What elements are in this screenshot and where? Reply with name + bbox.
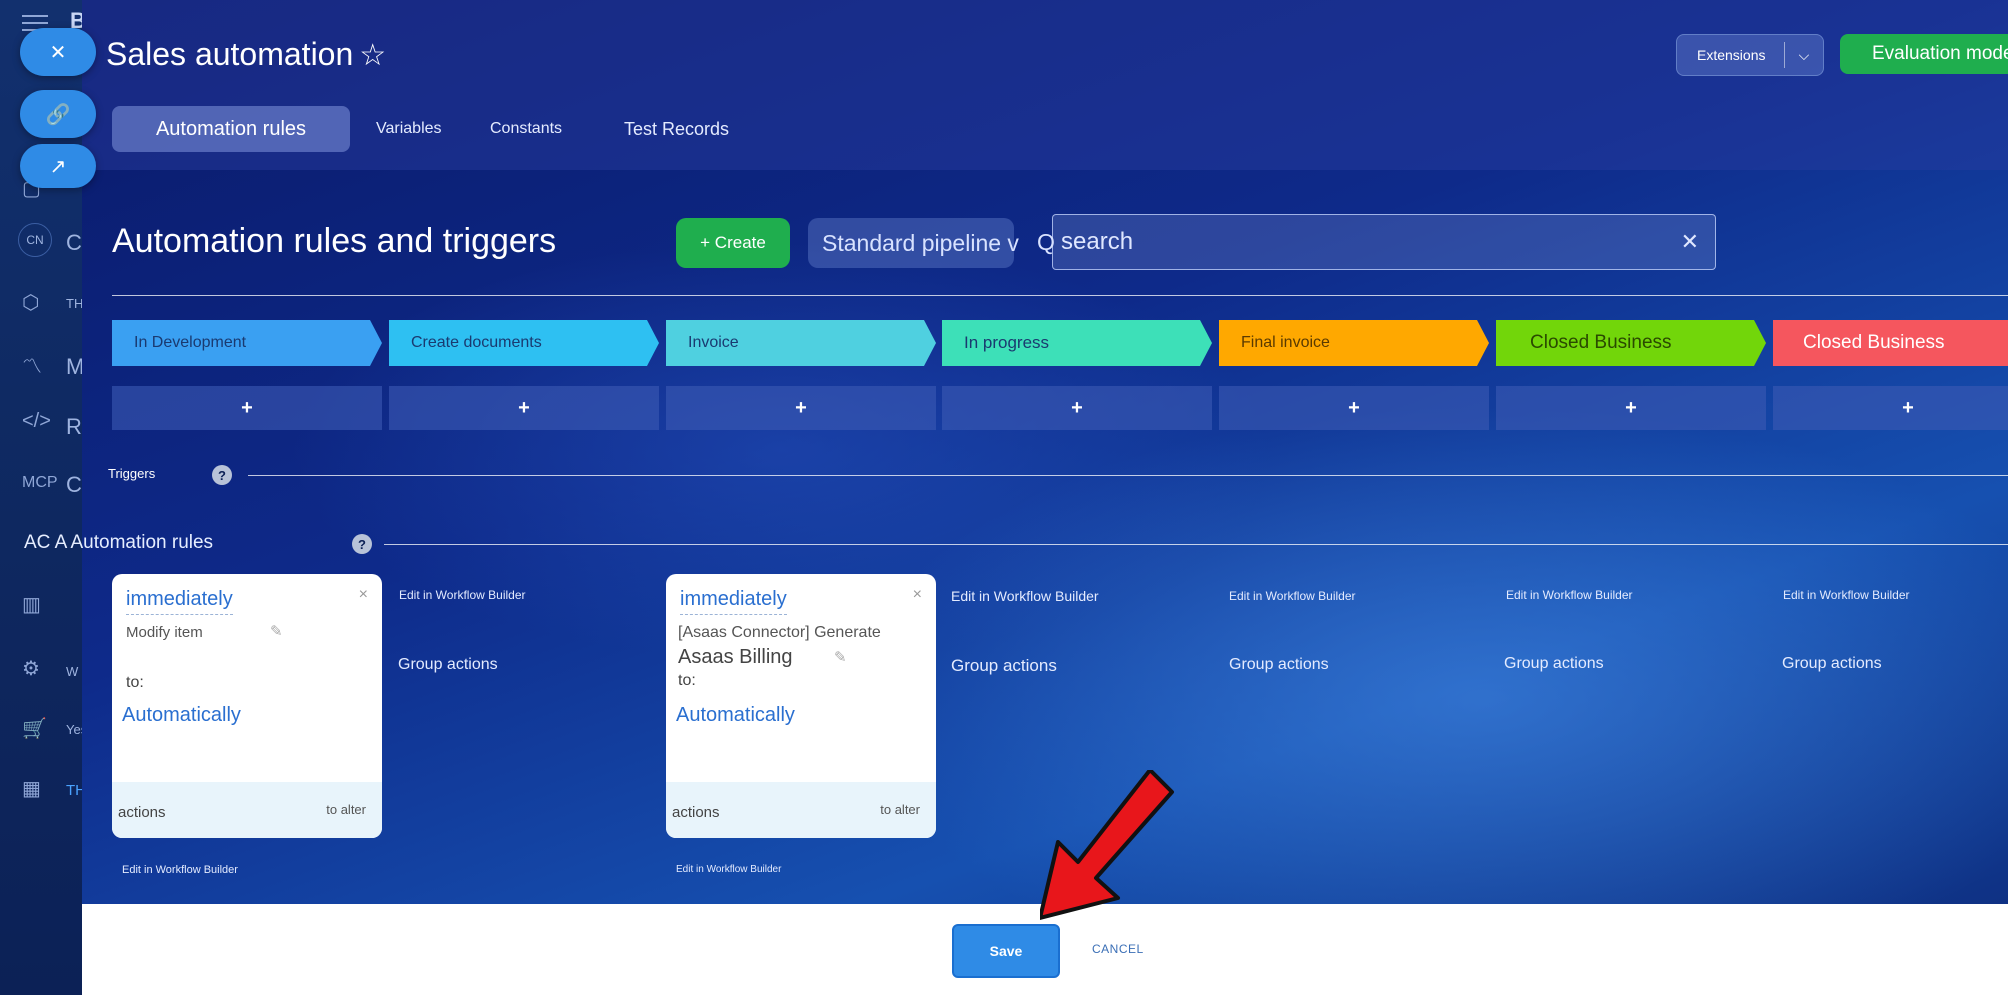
pipeline-selector[interactable]: Standard pipeline v [808, 218, 1019, 268]
group-actions-link[interactable]: Group actions [398, 656, 498, 674]
tab-variables[interactable]: Variables [376, 106, 442, 152]
stage-closed-business-won: Closed Business [1496, 320, 1766, 366]
add-trigger-button[interactable]: + [389, 386, 659, 430]
stage-invoice: Invoice [666, 320, 936, 366]
extensions-label: Extensions [1697, 47, 1766, 63]
stage-in-progress: In progress [942, 320, 1212, 366]
rail-item-label[interactable]: W [66, 664, 78, 679]
close-icon[interactable]: × [359, 586, 368, 604]
actions-label: actions [118, 804, 166, 821]
edit-workflow-link[interactable]: Edit in Workflow Builder [122, 864, 238, 876]
stage-final-invoice: Final invoice [1219, 320, 1489, 366]
link-icon: 🔗 [45, 103, 71, 126]
rail-item-label[interactable]: C [66, 472, 82, 498]
close-icon[interactable]: × [913, 586, 922, 604]
evaluation-mode-button[interactable]: Evaluation mode [1840, 34, 2008, 74]
alter-link[interactable]: to alter [880, 802, 920, 817]
open-new-window-button[interactable]: ↗ [20, 144, 96, 188]
add-trigger-button[interactable]: + [1773, 386, 2008, 430]
rule-card-footer: actions to alter [666, 782, 936, 838]
rule-description: Modify item [126, 624, 203, 641]
edit-workflow-link[interactable]: Edit in Workflow Builder [1229, 589, 1356, 603]
divider [112, 295, 2008, 296]
tab-constants[interactable]: Constants [490, 106, 562, 152]
group-actions-link[interactable]: Group actions [1504, 655, 1604, 673]
chevron-down-icon[interactable]: ⌵ [1785, 47, 1823, 64]
rail-item-c[interactable]: C [66, 230, 82, 256]
actions-label: actions [672, 804, 720, 821]
divider [248, 475, 2008, 476]
red-arrow-annotation [1040, 770, 1174, 920]
add-trigger-button[interactable]: + [112, 386, 382, 430]
stage-in-development: In Development [112, 320, 382, 366]
star-icon[interactable]: ☆ [359, 39, 386, 72]
help-icon[interactable]: ? [352, 534, 372, 554]
group-actions-link[interactable]: Group actions [1229, 656, 1329, 674]
rule-timing[interactable]: immediately [680, 588, 787, 615]
page-title: Sales automation ☆ [106, 36, 386, 73]
create-button[interactable]: + Create [676, 218, 790, 268]
rail-automation-rules[interactable]: AC A Automation rules [24, 532, 213, 554]
slider-header: Sales automation ☆ Extensions ⌵ Evaluatio… [82, 0, 2008, 170]
rule-card-footer: actions to alter [112, 782, 382, 838]
close-icon: ✕ [49, 41, 67, 64]
edit-workflow-link[interactable]: Edit in Workflow Builder [951, 588, 1099, 604]
rule-automatic[interactable]: Automatically [122, 704, 241, 727]
tab-automation-rules[interactable]: Automation rules [112, 106, 350, 152]
search-field: Q ✕ [1037, 214, 1716, 270]
external-link-icon: ↗ [49, 155, 67, 178]
stage-create-documents: Create documents [389, 320, 659, 366]
add-trigger-button[interactable]: + [942, 386, 1212, 430]
rule-description: [Asaas Connector] Generate [678, 624, 881, 641]
close-slider-button[interactable]: ✕ [20, 28, 96, 76]
help-icon[interactable]: ? [212, 465, 232, 485]
group-actions-link[interactable]: Group actions [1782, 655, 1882, 673]
triggers-label: Triggers [108, 466, 156, 481]
group-actions-link[interactable]: Group actions [951, 656, 1057, 676]
edit-workflow-link[interactable]: Edit in Workflow Builder [676, 864, 781, 875]
bar-chart-icon[interactable]: ▥ [22, 592, 82, 632]
divider [384, 544, 2008, 545]
rule-description-detail: Asaas Billing [678, 646, 793, 668]
add-trigger-button[interactable]: + [666, 386, 936, 430]
clear-icon[interactable]: ✕ [1681, 229, 1699, 255]
search-input[interactable] [1059, 227, 1643, 257]
tab-test-records[interactable]: Test Records [624, 106, 729, 152]
rule-timing[interactable]: immediately [126, 588, 233, 615]
pencil-icon[interactable]: ✎ [834, 648, 847, 666]
alter-link[interactable]: to alter [326, 802, 366, 817]
cancel-button[interactable]: CANCEL [1092, 942, 1144, 956]
edit-workflow-link[interactable]: Edit in Workflow Builder [399, 588, 526, 602]
search-q-label: Q [1037, 229, 1055, 255]
rule-card[interactable]: immediately × [Asaas Connector] Generate… [666, 574, 936, 838]
extensions-button[interactable]: Extensions ⌵ [1676, 34, 1824, 76]
add-trigger-button[interactable]: + [1219, 386, 1489, 430]
page-title-text: Sales automation [106, 36, 354, 72]
pencil-icon[interactable]: ✎ [270, 622, 283, 640]
rule-automatic[interactable]: Automatically [676, 704, 795, 727]
add-trigger-button[interactable]: + [1496, 386, 1766, 430]
rule-to-label: to: [126, 674, 144, 691]
edit-workflow-link[interactable]: Edit in Workflow Builder [1783, 588, 1910, 602]
save-button[interactable]: Save [952, 924, 1060, 978]
rule-to-label: to: [678, 672, 696, 689]
section-heading: Automation rules and triggers [112, 222, 557, 260]
avatar[interactable]: CN [18, 223, 52, 257]
rule-card[interactable]: immediately × Modify item ✎ to: Automati… [112, 574, 382, 838]
edit-workflow-link[interactable]: Edit in Workflow Builder [1506, 588, 1633, 602]
copy-link-button[interactable]: 🔗 [20, 90, 96, 138]
stage-closed-business-lost: Closed Business [1773, 320, 2008, 366]
rail-item-label[interactable]: R [66, 414, 82, 440]
